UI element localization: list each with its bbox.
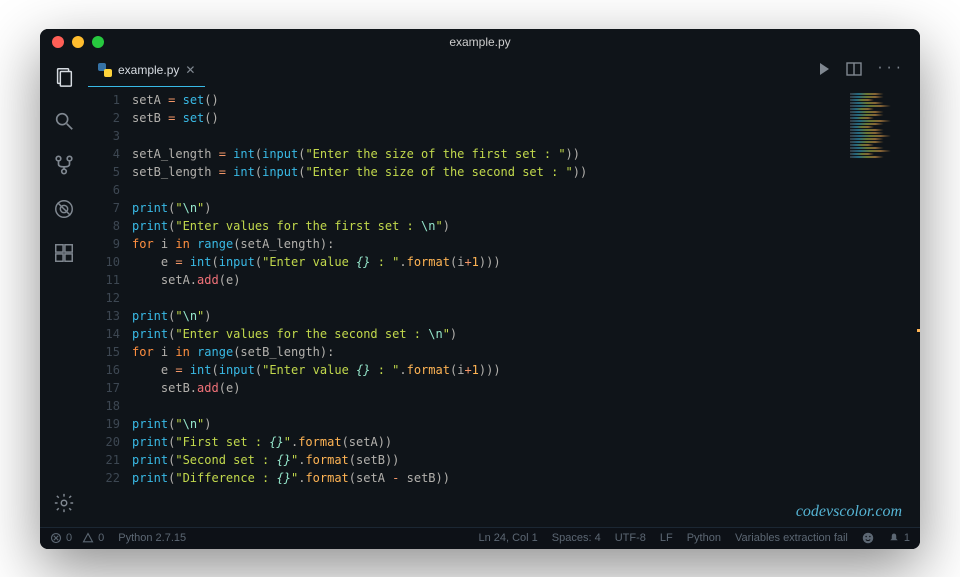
line-number-gutter: 12345678910111213141516171819202122 — [88, 87, 132, 527]
indentation-status[interactable]: Spaces: 4 — [552, 532, 601, 544]
language-mode-status[interactable]: Python — [687, 532, 721, 544]
feedback-icon[interactable] — [862, 532, 874, 544]
search-icon[interactable] — [52, 109, 76, 133]
line-number: 2 — [88, 109, 120, 127]
line-number: 8 — [88, 217, 120, 235]
debug-icon[interactable] — [52, 197, 76, 221]
more-actions-icon[interactable]: ··· — [876, 61, 904, 80]
close-window-button[interactable] — [52, 36, 64, 48]
code-line[interactable] — [132, 289, 920, 307]
notification-count: 1 — [904, 532, 910, 544]
warning-count: 0 — [98, 532, 104, 544]
extension-status[interactable]: Variables extraction fail — [735, 532, 848, 544]
tab-close-icon[interactable]: ✕ — [185, 63, 195, 77]
run-icon[interactable] — [816, 61, 832, 80]
encoding-status[interactable]: UTF-8 — [615, 532, 646, 544]
problems-status[interactable]: 0 0 — [50, 532, 104, 544]
eol-status[interactable]: LF — [660, 532, 673, 544]
minimize-window-button[interactable] — [72, 36, 84, 48]
python-version-status[interactable]: Python 2.7.15 — [118, 532, 186, 544]
cursor-position-status[interactable]: Ln 24, Col 1 — [478, 532, 537, 544]
code-line[interactable] — [132, 397, 920, 415]
error-count: 0 — [66, 532, 72, 544]
line-number: 4 — [88, 145, 120, 163]
overview-ruler-marker — [917, 329, 920, 332]
extensions-icon[interactable] — [52, 241, 76, 265]
titlebar: example.py — [40, 29, 920, 55]
editor-window: example.py — [40, 29, 920, 549]
tab-bar: example.py ✕ ··· — [88, 55, 920, 87]
code-line[interactable]: print("\n") — [132, 307, 920, 325]
code-line[interactable]: setA = set() — [132, 91, 920, 109]
notifications-status[interactable]: 1 — [888, 532, 910, 544]
editor-actions: ··· — [816, 61, 912, 80]
line-number: 14 — [88, 325, 120, 343]
code-line[interactable]: print("Difference : {}".format(setA - se… — [132, 469, 920, 487]
line-number: 20 — [88, 433, 120, 451]
code-line[interactable] — [132, 127, 920, 145]
tab-label: example.py — [118, 63, 179, 77]
line-number: 9 — [88, 235, 120, 253]
code-line[interactable]: print("Second set : {}".format(setB)) — [132, 451, 920, 469]
line-number: 17 — [88, 379, 120, 397]
line-number: 1 — [88, 91, 120, 109]
code-line[interactable]: e = int(input("Enter value {} : ".format… — [132, 253, 920, 271]
code-line[interactable]: setB.add(e) — [132, 379, 920, 397]
line-number: 6 — [88, 181, 120, 199]
line-number: 5 — [88, 163, 120, 181]
explorer-icon[interactable] — [52, 65, 76, 89]
minimap[interactable] — [850, 93, 910, 173]
line-number: 10 — [88, 253, 120, 271]
settings-gear-icon[interactable] — [52, 491, 76, 515]
code-line[interactable]: print("\n") — [132, 415, 920, 433]
code-line[interactable]: setB_length = int(input("Enter the size … — [132, 163, 920, 181]
activity-bar — [40, 55, 88, 527]
code-line[interactable]: setA.add(e) — [132, 271, 920, 289]
python-file-icon — [98, 63, 112, 77]
window-title: example.py — [449, 35, 510, 49]
line-number: 22 — [88, 469, 120, 487]
code-line[interactable]: for i in range(setB_length): — [132, 343, 920, 361]
line-number: 7 — [88, 199, 120, 217]
line-number: 19 — [88, 415, 120, 433]
code-line[interactable]: e = int(input("Enter value {} : ".format… — [132, 361, 920, 379]
code-line[interactable]: print("\n") — [132, 199, 920, 217]
zoom-window-button[interactable] — [92, 36, 104, 48]
line-number: 21 — [88, 451, 120, 469]
code-line[interactable]: print("First set : {}".format(setA)) — [132, 433, 920, 451]
tab-example-py[interactable]: example.py ✕ — [88, 55, 205, 87]
split-editor-icon[interactable] — [846, 61, 862, 80]
line-number: 3 — [88, 127, 120, 145]
code-content[interactable]: setA = set()setB = set() setA_length = i… — [132, 87, 920, 527]
code-line[interactable]: print("Enter values for the first set : … — [132, 217, 920, 235]
code-line[interactable]: setA_length = int(input("Enter the size … — [132, 145, 920, 163]
source-control-icon[interactable] — [52, 153, 76, 177]
line-number: 12 — [88, 289, 120, 307]
traffic-lights — [40, 36, 104, 48]
code-line[interactable]: for i in range(setA_length): — [132, 235, 920, 253]
status-bar: 0 0 Python 2.7.15 Ln 24, Col 1 Spaces: 4… — [40, 527, 920, 549]
line-number: 11 — [88, 271, 120, 289]
code-editor[interactable]: 12345678910111213141516171819202122 setA… — [88, 87, 920, 527]
code-line[interactable] — [132, 181, 920, 199]
code-line[interactable]: print("Enter values for the second set :… — [132, 325, 920, 343]
code-line[interactable]: setB = set() — [132, 109, 920, 127]
line-number: 13 — [88, 307, 120, 325]
line-number: 15 — [88, 343, 120, 361]
line-number: 18 — [88, 397, 120, 415]
line-number: 16 — [88, 361, 120, 379]
editor-area: example.py ✕ ··· 12345678910111213141516… — [88, 55, 920, 527]
